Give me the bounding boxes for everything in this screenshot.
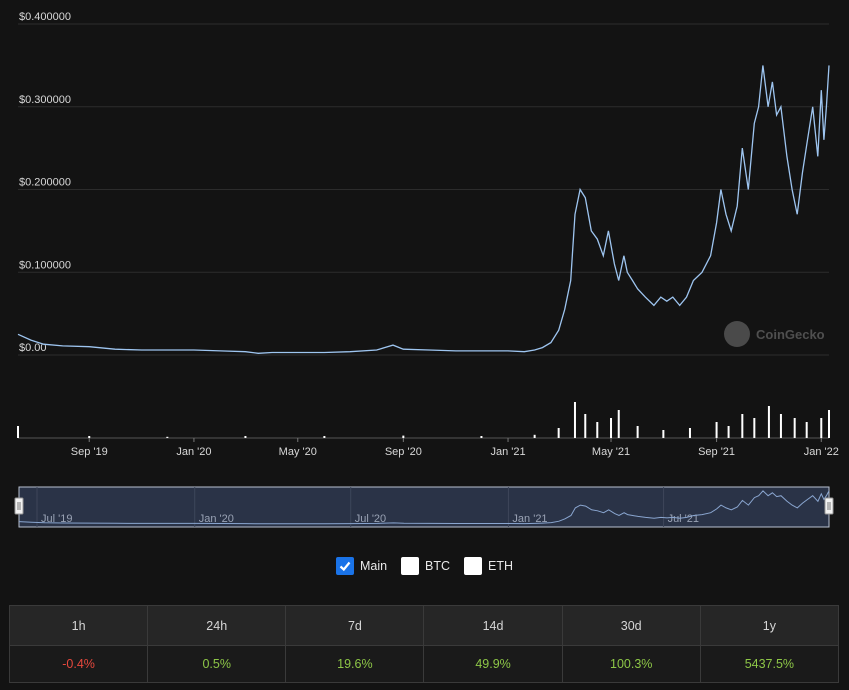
volume-bar bbox=[753, 418, 756, 438]
series-legend: Main BTC ETH bbox=[0, 557, 849, 575]
volume-bar bbox=[828, 410, 830, 438]
legend-label-main: Main bbox=[359, 559, 388, 573]
x-tick-label: Sep '20 bbox=[385, 446, 422, 458]
navigator-right-handle[interactable] bbox=[824, 497, 834, 515]
x-tick-label: May '20 bbox=[279, 446, 317, 458]
table-row: -0.4% 0.5% 19.6% 49.9% 100.3% 5437.5% bbox=[8, 645, 840, 683]
volume-bar bbox=[636, 426, 639, 438]
eth-checkbox[interactable] bbox=[464, 557, 483, 575]
y-tick-label: $0.100000 bbox=[19, 259, 71, 271]
volume-bar bbox=[610, 418, 613, 438]
volume-bar bbox=[779, 414, 782, 438]
x-tick-label: Sep '21 bbox=[698, 446, 735, 458]
coingecko-watermark: CoinGecko bbox=[724, 321, 825, 347]
price-chart[interactable]: $0.00 $0.100000 $0.200000 $0.300000 $0.40000… bbox=[0, 0, 849, 545]
y-tick-label: $0.200000 bbox=[19, 177, 71, 189]
volume-bar bbox=[88, 436, 91, 438]
legend-label-eth: ETH bbox=[488, 559, 514, 573]
handle-grip[interactable] bbox=[14, 497, 24, 515]
volume-bar bbox=[584, 414, 587, 438]
change-24h: 0.5% bbox=[147, 645, 287, 683]
header-1y: 1y bbox=[699, 605, 840, 646]
volume-bar bbox=[688, 428, 691, 438]
change-7d: 19.6% bbox=[285, 645, 425, 683]
watermark-text: CoinGecko bbox=[756, 327, 825, 342]
main-checkbox[interactable] bbox=[335, 557, 354, 575]
navigator-window[interactable] bbox=[18, 486, 830, 528]
x-tick-label: Jan '20 bbox=[176, 446, 211, 458]
legend-item-main[interactable]: Main bbox=[335, 557, 388, 575]
volume-bar bbox=[727, 426, 730, 438]
volume-bar bbox=[820, 418, 823, 438]
change-14d: 49.9% bbox=[423, 645, 563, 683]
volume-bar bbox=[557, 428, 560, 438]
volume-bar bbox=[805, 422, 808, 438]
volume-bar bbox=[166, 436, 169, 438]
volume-bar bbox=[244, 436, 247, 438]
volume-bar bbox=[767, 406, 770, 438]
change-1y: 5437.5% bbox=[699, 645, 840, 683]
x-tick-label: Sep '19 bbox=[71, 446, 108, 458]
volume-bars bbox=[17, 402, 830, 439]
checkmark-icon bbox=[339, 561, 351, 572]
change-1h: -0.4% bbox=[8, 645, 149, 683]
volume-bar bbox=[480, 436, 483, 438]
legend-item-btc[interactable]: BTC bbox=[401, 557, 450, 575]
header-7d: 7d bbox=[285, 605, 425, 646]
header-1h: 1h bbox=[8, 605, 149, 646]
volume-bar bbox=[533, 434, 536, 438]
change-30d: 100.3% bbox=[561, 645, 701, 683]
volume-bar bbox=[596, 422, 599, 438]
navigator[interactable]: Jul '19 Jan '20 Jul '20 Jan '21 Jul '21 bbox=[14, 486, 834, 528]
header-30d: 30d bbox=[561, 605, 701, 646]
x-axis-labels: Sep '19 Jan '20 May '20 Sep '20 Jan '21 May '… bbox=[71, 438, 839, 458]
y-tick-label: $0.400000 bbox=[19, 11, 71, 23]
volume-bar bbox=[793, 418, 796, 438]
x-tick-label: Jan '22 bbox=[804, 446, 839, 458]
volume-bar bbox=[402, 435, 405, 438]
volume-bar bbox=[741, 414, 744, 438]
header-24h: 24h bbox=[147, 605, 287, 646]
legend-label-btc: BTC bbox=[425, 559, 451, 573]
volume-bar bbox=[17, 426, 19, 438]
volume-bar bbox=[573, 402, 576, 438]
y-tick-label: $0.300000 bbox=[19, 94, 71, 106]
header-14d: 14d bbox=[423, 605, 563, 646]
x-tick-label: May '21 bbox=[592, 446, 630, 458]
volume-bar bbox=[617, 410, 620, 438]
y-axis-labels: $0.00$0.100000$0.200000$0.300000$0.40000… bbox=[19, 11, 71, 354]
legend-item-eth[interactable]: ETH bbox=[464, 557, 513, 575]
x-tick-label: Jan '21 bbox=[490, 446, 525, 458]
navigator-left-handle[interactable] bbox=[14, 497, 24, 515]
handle-grip[interactable] bbox=[824, 497, 834, 515]
price-line bbox=[17, 65, 830, 354]
price-change-table: 1h 24h 7d 14d 30d 1y -0.4% 0.5% 19.6% 49… bbox=[8, 605, 840, 683]
btc-checkbox[interactable] bbox=[401, 557, 420, 575]
volume-bar bbox=[662, 430, 665, 438]
table-header-row: 1h 24h 7d 14d 30d 1y bbox=[8, 605, 840, 646]
volume-bar bbox=[323, 436, 326, 438]
volume-bar bbox=[715, 422, 718, 438]
price-series-line bbox=[17, 65, 830, 354]
navigator-tick-label: Jul '21 bbox=[668, 513, 699, 525]
coingecko-logo-icon bbox=[724, 321, 750, 347]
grid-lines bbox=[18, 23, 829, 356]
